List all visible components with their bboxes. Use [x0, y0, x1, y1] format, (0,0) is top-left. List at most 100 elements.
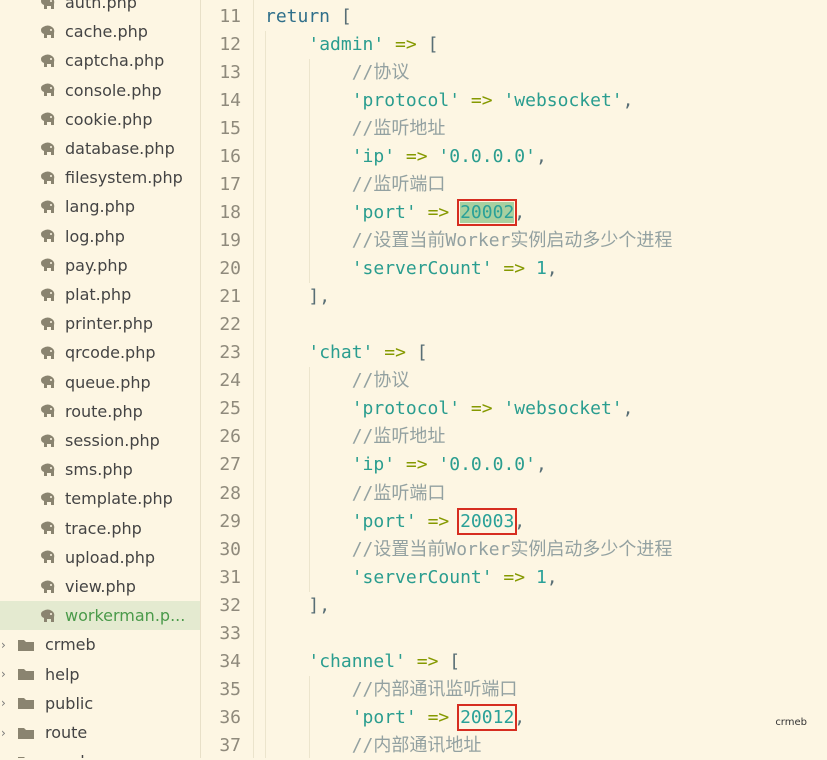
code-line[interactable]: 21 ], — [201, 283, 827, 311]
code-line[interactable]: 23 'chat' => [ — [201, 339, 827, 367]
code-line[interactable]: 29 'port' => 20003, — [201, 507, 827, 536]
code-line[interactable]: 35 //内部通讯监听端口 — [201, 676, 827, 704]
file-item[interactable]: template.php — [0, 484, 200, 513]
code-line[interactable]: 25 'protocol' => 'websocket', — [201, 395, 827, 423]
php-elephant-icon — [40, 24, 56, 40]
file-item[interactable]: plat.php — [0, 280, 200, 309]
code-line[interactable]: 34 'channel' => [ — [201, 648, 827, 676]
line-number: 14 — [219, 90, 241, 112]
php-elephant-icon — [40, 111, 56, 127]
line-number: 18 — [219, 202, 241, 224]
folder-item-label: help — [45, 664, 80, 684]
code-line[interactable]: 11 return [ — [201, 3, 827, 31]
watermark: crmeb — [775, 717, 807, 728]
php-elephant-icon — [40, 403, 56, 419]
code-editor[interactable]: 11 return [12 'admin' => [13 //协议 14 'prot… — [201, 0, 827, 758]
code-content: 'admin' => [ — [265, 31, 438, 59]
code-line[interactable]: 17 //监听端口 — [201, 171, 827, 199]
code-line[interactable]: 30 //设置当前Worker实例启动多少个进程 — [201, 536, 827, 564]
folder-item-vendor[interactable]: ›vendor — [0, 747, 200, 758]
code-line[interactable]: 28 //监听端口 — [201, 480, 827, 508]
file-item[interactable]: log.php — [0, 222, 200, 251]
file-item-label: template.php — [65, 489, 173, 509]
file-item[interactable]: sms.php — [0, 455, 200, 484]
line-number: 33 — [219, 622, 241, 644]
file-item[interactable]: session.php — [0, 426, 200, 455]
folder-item-public[interactable]: › public — [0, 689, 200, 718]
folder-item-crmeb[interactable]: › crmeb — [0, 630, 200, 659]
code-line[interactable]: 15 //监听地址 — [201, 115, 827, 143]
indent-guide — [309, 675, 310, 758]
file-item[interactable]: queue.php — [0, 368, 200, 397]
file-item[interactable]: workerman.p... — [0, 601, 200, 631]
file-item[interactable]: database.php — [0, 134, 200, 163]
code-token: => — [395, 454, 439, 476]
code-line[interactable]: 13 //协议 — [201, 59, 827, 87]
code-content: 'port' => 20002, — [265, 199, 525, 227]
line-number: 25 — [219, 398, 241, 420]
file-item[interactable]: console.php — [0, 76, 200, 105]
code-content: //监听地址 — [265, 423, 446, 451]
file-item[interactable]: filesystem.php — [0, 163, 200, 192]
php-elephant-icon — [40, 141, 56, 157]
line-number: 15 — [219, 118, 241, 140]
file-item[interactable]: captcha.php — [0, 46, 200, 75]
file-item[interactable]: qrcode.php — [0, 338, 200, 367]
code-line[interactable]: 37 //内部通讯地址 — [201, 732, 827, 760]
code-line[interactable]: 12 'admin' => [ — [201, 31, 827, 59]
file-item[interactable]: lang.php — [0, 192, 200, 221]
file-item-label: sms.php — [65, 460, 133, 480]
code-line[interactable]: 20 'serverCount' => 1, — [201, 255, 827, 283]
indent-guide — [309, 367, 310, 592]
file-item[interactable]: pay.php — [0, 251, 200, 280]
code-token: //内部通讯地址 — [351, 734, 482, 756]
file-item-label: queue.php — [65, 372, 151, 392]
chevron-right-icon[interactable]: › — [1, 667, 11, 681]
php-elephant-icon — [40, 170, 56, 186]
code-line[interactable]: 24 //协议 — [201, 367, 827, 395]
code-token: 'websocket' — [503, 398, 623, 420]
php-elephant-icon — [40, 53, 56, 69]
file-item[interactable]: cache.php — [0, 17, 200, 46]
code-token: , — [546, 258, 558, 280]
code-token: => — [492, 566, 536, 588]
code-token: 'protocol' — [351, 398, 461, 420]
file-item[interactable]: printer.php — [0, 309, 200, 338]
chevron-right-icon[interactable]: › — [1, 696, 11, 710]
code-line[interactable]: 18 'port' => 20002, — [201, 199, 827, 227]
php-elephant-icon — [40, 433, 56, 449]
code-token: , — [546, 566, 558, 588]
code-token: 'port' — [351, 706, 417, 728]
code-line[interactable]: 26 //监听地址 — [201, 423, 827, 451]
file-item[interactable]: auth.php — [0, 0, 200, 17]
code-token: ], — [308, 594, 331, 616]
code-line[interactable]: 19 //设置当前Worker实例启动多少个进程 — [201, 227, 827, 255]
code-line[interactable]: 22 — [201, 311, 827, 339]
code-line[interactable]: 16 'ip' => '0.0.0.0', — [201, 143, 827, 171]
chevron-right-icon[interactable]: › — [1, 638, 11, 652]
code-line[interactable]: 31 'serverCount' => 1, — [201, 564, 827, 592]
file-explorer: auth.php cache.php captcha.php console.php c… — [0, 0, 201, 758]
folder-item-help[interactable]: › help — [0, 660, 200, 689]
code-line[interactable]: 36 'port' => 20012, — [201, 703, 827, 732]
line-number: 29 — [219, 510, 241, 532]
folder-item-route[interactable]: › route — [0, 718, 200, 747]
file-item[interactable]: view.php — [0, 572, 200, 601]
folder-icon — [17, 696, 35, 710]
code-line[interactable]: 27 'ip' => '0.0.0.0', — [201, 451, 827, 479]
code-token: => — [395, 146, 439, 168]
code-token: , — [514, 202, 526, 224]
chevron-right-icon[interactable]: › — [1, 726, 11, 740]
code-line[interactable]: 14 'protocol' => 'websocket', — [201, 87, 827, 115]
code-content: ], — [265, 592, 330, 620]
file-item[interactable]: route.php — [0, 397, 200, 426]
file-item[interactable]: trace.php — [0, 514, 200, 543]
code-line[interactable]: 33 — [201, 620, 827, 648]
code-line[interactable]: 32 ], — [201, 592, 827, 620]
line-number: 22 — [219, 314, 241, 336]
file-item[interactable]: cookie.php — [0, 105, 200, 134]
code-token: '0.0.0.0' — [438, 146, 536, 168]
file-item[interactable]: upload.php — [0, 543, 200, 572]
